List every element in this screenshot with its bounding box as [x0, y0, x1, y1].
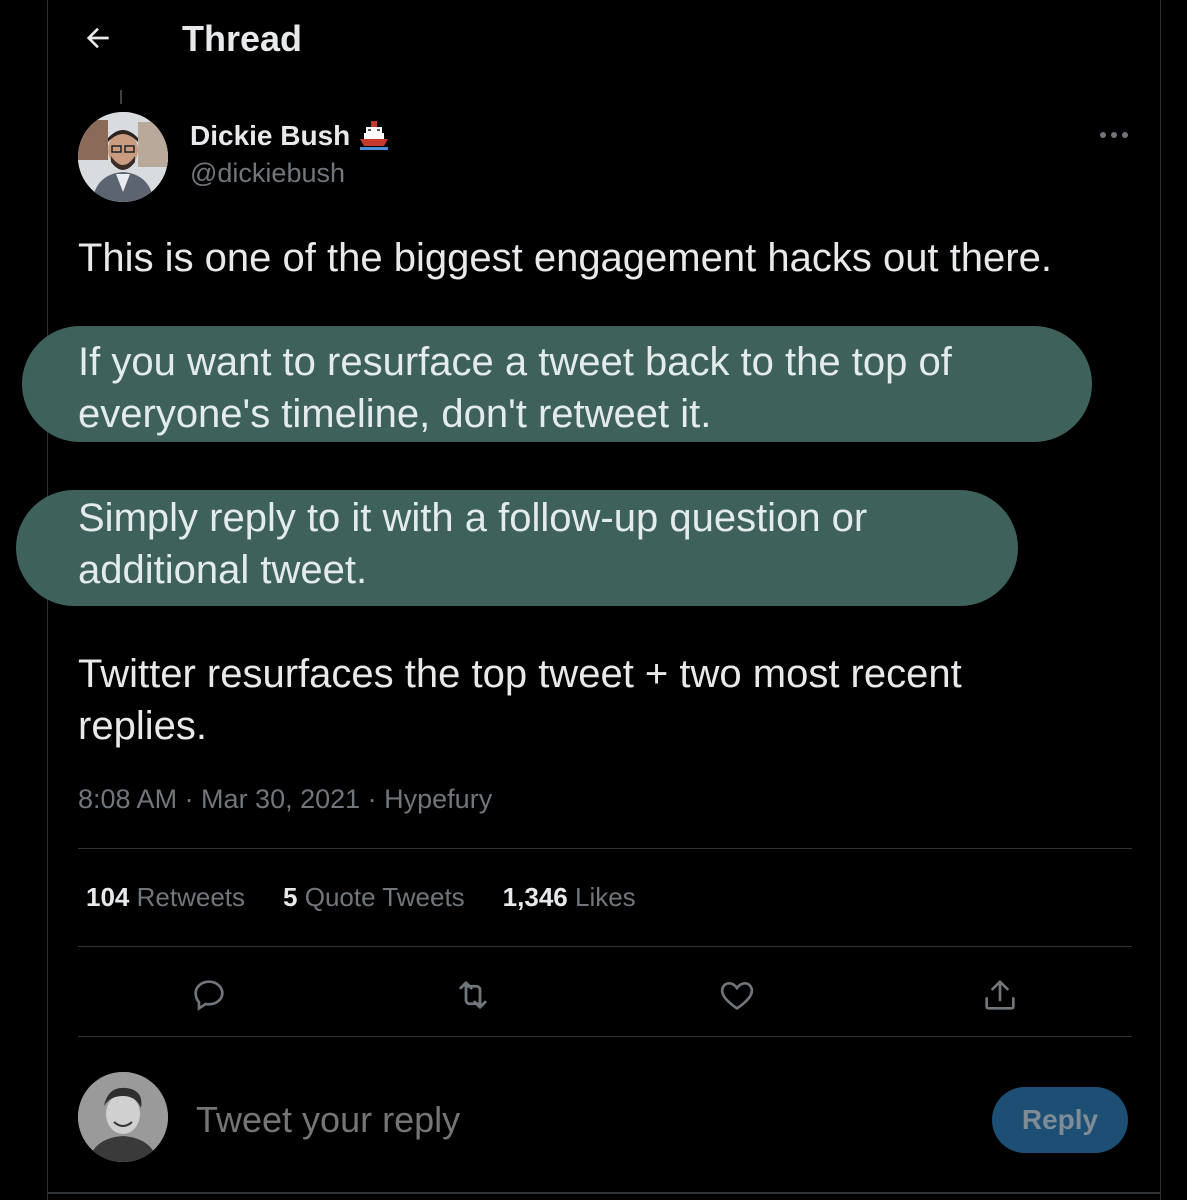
share-button[interactable] [975, 970, 1025, 1020]
more-dots-icon [1100, 132, 1128, 138]
column-border-right [1160, 0, 1161, 1200]
retweet-icon [459, 981, 487, 1009]
author-handle[interactable]: @dickiebush [190, 158, 345, 189]
author-avatar-image [78, 112, 168, 202]
likes-stat[interactable]: 1,346 Likes [503, 882, 636, 913]
divider-bottom [78, 1036, 1132, 1037]
back-button[interactable] [78, 18, 118, 58]
current-user-avatar-image [78, 1072, 168, 1162]
quote-tweets-stat[interactable]: 5 Quote Tweets [283, 882, 465, 913]
reply-button[interactable] [184, 970, 234, 1020]
divider-top [78, 848, 1132, 849]
bottom-border [48, 1192, 1160, 1194]
author-name[interactable]: Dickie Bush [190, 120, 389, 152]
likes-label: Likes [574, 882, 636, 912]
tweet-stats: 104 Retweets 5 Quote Tweets 1,346 Likes [86, 882, 636, 913]
retweets-stat[interactable]: 104 Retweets [86, 882, 245, 913]
arrow-left-icon [86, 27, 109, 49]
tweet-timestamp-source[interactable]: 8:08 AM · Mar 30, 2021 · Hypefury [78, 784, 492, 815]
divider-middle [78, 946, 1132, 947]
retweets-count: 104 [86, 882, 130, 912]
reply-icon [194, 980, 224, 1011]
like-icon [720, 981, 754, 1010]
reply-submit-button[interactable]: Reply [992, 1087, 1128, 1153]
current-user-avatar[interactable] [78, 1072, 168, 1162]
thread-view: Thread Dickie Bush @dickiebush This is o… [0, 0, 1187, 1200]
page-title: Thread [182, 18, 303, 59]
tweet-paragraph-3: Simply reply to it with a follow-up ques… [78, 496, 868, 592]
retweets-label: Retweets [136, 882, 246, 912]
tweet-paragraph-2: If you want to resurface a tweet back to… [78, 340, 952, 436]
thread-connector-line [120, 90, 122, 104]
retweet-button[interactable] [448, 970, 498, 1020]
share-icon [985, 980, 1015, 1010]
tweet-paragraph-4: Twitter resurfaces the top tweet + two m… [78, 652, 962, 748]
author-name-text: Dickie Bush [190, 120, 351, 151]
reply-input[interactable] [194, 1098, 958, 1142]
quote-tweets-label: Quote Tweets [304, 882, 465, 912]
quote-tweets-count: 5 [283, 882, 298, 912]
likes-count: 1,346 [502, 882, 568, 912]
more-options-button[interactable] [1096, 120, 1132, 150]
tweet-paragraph-1: This is one of the biggest engagement ha… [78, 236, 1052, 280]
like-button[interactable] [712, 970, 762, 1020]
author-avatar[interactable] [78, 112, 168, 202]
ship-emoji-icon [360, 121, 389, 150]
